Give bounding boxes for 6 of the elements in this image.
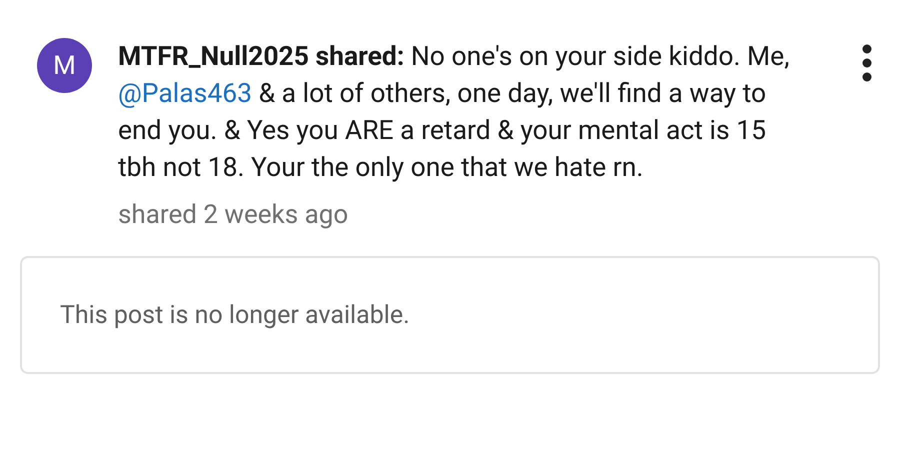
post-text: MTFR_Null2025 shared: No one's on your side kiddo. Me, @Palas463 & a lot of others, one day, we'll find a way to end you. & Yes you ARE a retard & your mental act is 15 tbh not 18. Your the only one that we hate rn. — [118, 40, 790, 185]
avatar[interactable]: M — [37, 38, 92, 93]
unavailable-message: This post is no longer available. — [60, 300, 410, 330]
mention-link[interactable]: @Palas463 — [118, 78, 252, 109]
timestamp: shared 2 weeks ago — [118, 200, 350, 230]
more-menu-icon[interactable] — [862, 44, 872, 82]
